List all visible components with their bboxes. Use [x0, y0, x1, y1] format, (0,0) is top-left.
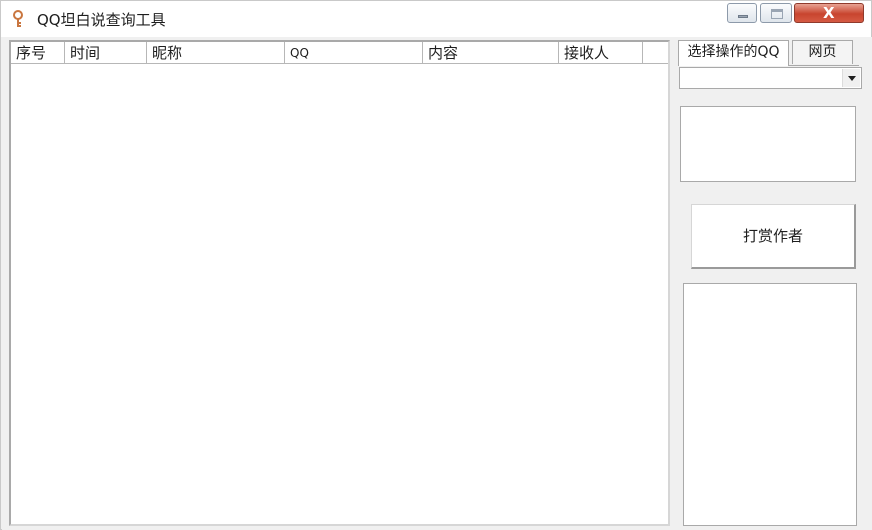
close-icon: X: [823, 4, 835, 22]
tab-webpage[interactable]: 网页: [792, 40, 853, 64]
title-bar[interactable]: QQ坦白说查询工具 X: [1, 1, 871, 37]
maximize-button[interactable]: [760, 3, 792, 23]
chevron-down-icon: [848, 76, 856, 81]
column-header-content[interactable]: 内容: [423, 42, 559, 63]
window-title: QQ坦白说查询工具: [37, 11, 166, 29]
minimize-icon: [738, 15, 748, 18]
app-window: QQ坦白说查询工具 X 序号 时间 昵称 QQ 内容 接收人 选择操作的QQ 网…: [0, 0, 872, 530]
reward-author-button[interactable]: 打赏作者: [691, 204, 856, 269]
minimize-button[interactable]: [727, 3, 757, 23]
qq-select-dropdown[interactable]: [679, 67, 862, 89]
records-list[interactable]: 序号 时间 昵称 QQ 内容 接收人: [9, 40, 670, 526]
maximize-icon: [771, 9, 783, 19]
output-textbox[interactable]: [683, 283, 857, 526]
list-header: 序号 时间 昵称 QQ 内容 接收人: [11, 42, 668, 64]
column-header-index[interactable]: 序号: [11, 42, 65, 63]
dropdown-arrow-button[interactable]: [842, 69, 860, 87]
column-header-time[interactable]: 时间: [65, 42, 147, 63]
key-icon: [13, 10, 23, 27]
close-button[interactable]: X: [794, 3, 864, 23]
column-header-nickname[interactable]: 昵称: [147, 42, 285, 63]
tab-select-qq[interactable]: 选择操作的QQ: [678, 40, 789, 66]
column-header-receiver[interactable]: 接收人: [559, 42, 643, 63]
client-area: 序号 时间 昵称 QQ 内容 接收人 选择操作的QQ 网页 打赏作者: [2, 37, 872, 530]
column-header-qq[interactable]: QQ: [285, 42, 423, 63]
info-textbox[interactable]: [680, 106, 856, 182]
